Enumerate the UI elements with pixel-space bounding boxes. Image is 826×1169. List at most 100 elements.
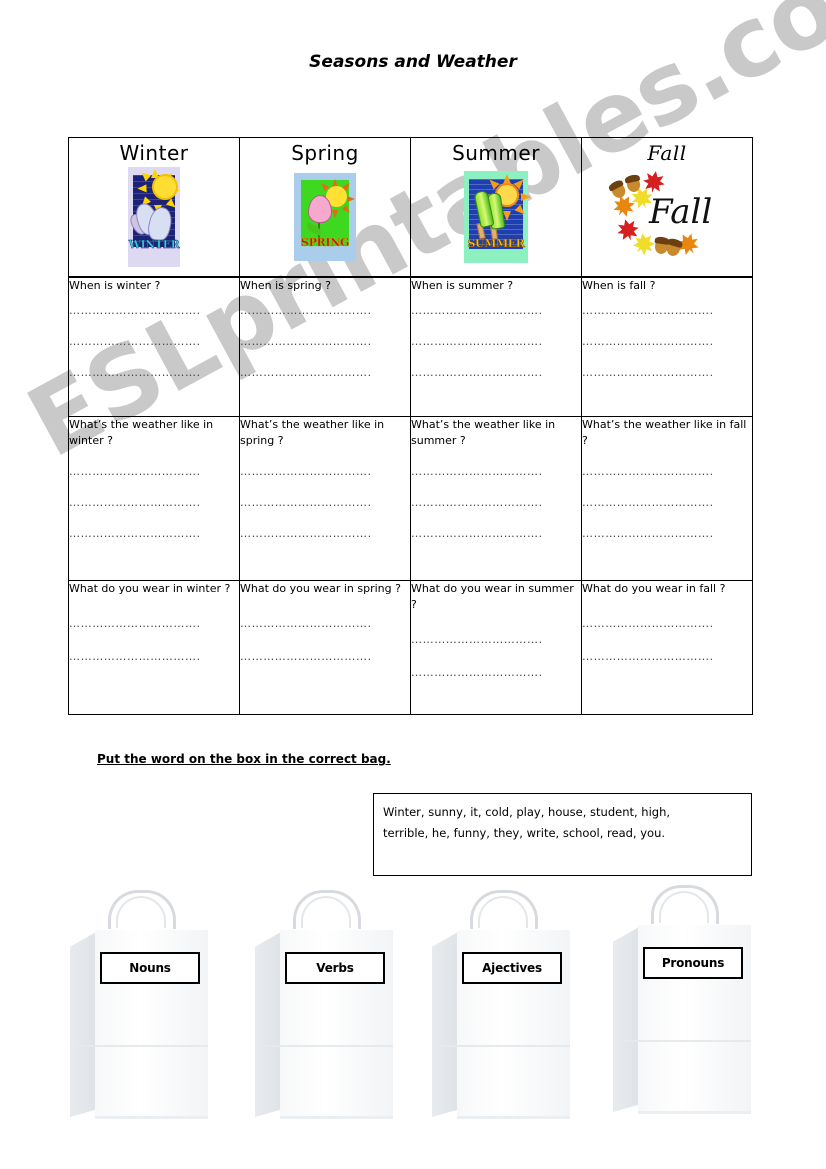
question-text: What’s the weather like in summer ? [411,418,556,447]
answer-line[interactable]: ……………………………. [582,617,752,630]
answer-line[interactable]: ……………………………. [411,465,581,478]
word-bank-box: Winter, sunny, it, cold, play, house, st… [373,793,752,876]
cell-wear-winter: What do you wear in winter ? ……………………………… [68,580,240,715]
cell-weather-spring: What’s the weather like in spring ? …………… [239,416,411,581]
bag-gusset [255,932,281,1117]
bag-gusset [613,927,639,1112]
summer-art-word: SUMMER [467,237,525,250]
bag-pronouns[interactable]: Pronouns [613,885,776,1115]
bag-base [638,1111,751,1114]
answer-line[interactable]: ……………………………. [69,617,239,630]
spring-art-word: SPRING [300,236,350,249]
bag-label-text: Ajectives [482,961,542,975]
question-text: What do you wear in summer ? [411,582,574,611]
bag-label-ajectives[interactable]: Ajectives [462,952,562,984]
answer-line[interactable]: ……………………………. [411,496,581,509]
summer-clipart: SUMMER [411,163,581,271]
fall-art-word: Fall [649,192,713,232]
answer-line[interactable]: ……………………………. [411,633,581,646]
answer-line[interactable]: ……………………………. [240,304,410,317]
bag-base [280,1116,393,1119]
cell-when-winter: When is winter ? ……………………………. …………………………… [68,276,240,417]
season-title-winter: Winter [119,141,189,165]
cell-when-summer: When is summer ? ……………………………. …………………………… [410,276,582,417]
bag-label-text: Nouns [129,961,171,975]
winter-art-word: WINTER [128,238,180,251]
bag-label-text: Pronouns [661,956,725,970]
header-cell-fall: Fall Fall [581,137,753,278]
cell-wear-spring: What do you wear in spring ? ……………………………… [239,580,411,715]
answer-line[interactable]: ……………………………. [69,496,239,509]
bag-gusset [432,932,458,1117]
answer-line[interactable]: ……………………………. [240,335,410,348]
question-text: What’s the weather like in winter ? [69,418,214,447]
question-text: When is winter ? [69,279,161,292]
season-title-fall: Fall [647,141,687,165]
header-cell-spring: Spring SPRING [239,137,411,278]
answer-line[interactable]: ……………………………. [240,496,410,509]
question-text: What do you wear in winter ? [69,582,231,595]
cell-when-spring: When is spring ? ……………………………. …………………………… [239,276,411,417]
answer-line[interactable]: ……………………………. [69,465,239,478]
bag-label-verbs[interactable]: Verbs [285,952,385,984]
cell-when-fall: When is fall ? ……………………………. …………………………….… [581,276,753,417]
season-title-summer: Summer [452,141,540,165]
question-text: What do you wear in spring ? [240,582,401,595]
answer-line[interactable]: ……………………………. [582,465,752,478]
answer-line[interactable]: ……………………………. [240,465,410,478]
word-bank-line-1: Winter, sunny, it, cold, play, house, st… [383,805,671,819]
cell-wear-fall: What do you wear in fall ? ……………………………. … [581,580,753,715]
question-text: When is summer ? [411,279,514,292]
answer-line[interactable]: ……………………………. [411,304,581,317]
cell-weather-summer: What’s the weather like in summer ? …………… [410,416,582,581]
question-text: When is spring ? [240,279,331,292]
answer-line[interactable]: ……………………………. [582,527,752,540]
bag-label-nouns[interactable]: Nouns [100,952,200,984]
answer-line[interactable]: ……………………………. [582,335,752,348]
bag-label-pronouns[interactable]: Pronouns [643,947,743,979]
winter-clipart: WINTER [69,163,239,271]
answer-line[interactable]: ……………………………. [411,527,581,540]
bag-label-text: Verbs [316,961,354,975]
answer-line[interactable]: ……………………………. [69,366,239,379]
question-row-when: When is winter ? ……………………………. …………………………… [68,276,753,417]
bag-nouns[interactable]: Nouns [70,890,233,1120]
question-text: What’s the weather like in fall ? [582,418,747,447]
answer-line[interactable]: ……………………………. [69,304,239,317]
word-bank-line-2: terrible, he, funny, they, write, school… [383,826,666,841]
answer-line[interactable]: ……………………………. [411,366,581,379]
answer-line[interactable]: ……………………………. [582,496,752,509]
answer-line[interactable]: ……………………………. [69,650,239,663]
question-text: What’s the weather like in spring ? [240,418,385,447]
bag-base [95,1116,208,1119]
bag-ajectives[interactable]: Ajectives [432,890,595,1120]
answer-line[interactable]: ……………………………. [582,650,752,663]
bag-verbs[interactable]: Verbs [255,890,418,1120]
answer-line[interactable]: ……………………………. [240,617,410,630]
cell-wear-summer: What do you wear in summer ? ……………………………… [410,580,582,715]
question-row-wear: What do you wear in winter ? ……………………………… [68,580,753,715]
answer-line[interactable]: ……………………………. [582,366,752,379]
answer-line[interactable]: ……………………………. [582,304,752,317]
cell-weather-winter: What’s the weather like in winter ? …………… [68,416,240,581]
answer-line[interactable]: ……………………………. [69,527,239,540]
cell-weather-fall: What’s the weather like in fall ? ………………… [581,416,753,581]
header-cell-summer: Summer SUMMER [410,137,582,278]
question-text: When is fall ? [582,279,656,292]
question-row-weather: What’s the weather like in winter ? …………… [68,416,753,581]
table-header-row: Winter WINTER Spring SPRING Summer SUMME… [68,137,753,278]
answer-line[interactable]: ……………………………. [240,366,410,379]
answer-line[interactable]: ……………………………. [240,527,410,540]
bag-crease-line [613,1040,751,1042]
fall-clipart: Fall [582,163,752,271]
answer-line[interactable]: ……………………………. [411,335,581,348]
spring-clipart: SPRING [240,163,410,271]
answer-line[interactable]: ……………………………. [240,650,410,663]
answer-line[interactable]: ……………………………. [411,666,581,679]
answer-line[interactable]: ……………………………. [69,335,239,348]
bag-gusset [70,932,96,1117]
header-cell-winter: Winter WINTER [68,137,240,278]
page-title: Seasons and Weather [309,52,517,72]
question-text: What do you wear in fall ? [582,582,726,595]
season-title-spring: Spring [291,141,359,165]
